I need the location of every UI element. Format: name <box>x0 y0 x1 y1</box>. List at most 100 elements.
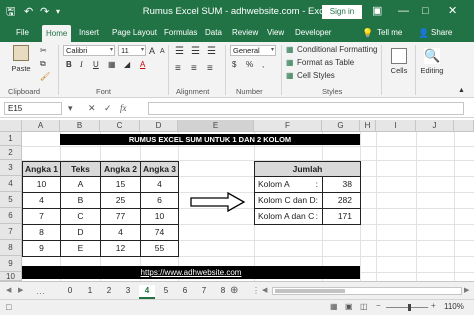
tab-developer[interactable]: Developer <box>295 27 331 39</box>
font-name-combo[interactable]: Calibri ▾ <box>63 45 115 56</box>
sheet-tab-4[interactable]: 4 <box>139 285 155 299</box>
insert-function-button[interactable]: fx <box>120 103 127 113</box>
table-header-cell[interactable]: Teks <box>60 161 101 177</box>
paste-button[interactable]: Paste <box>8 45 34 73</box>
normal-view-icon[interactable]: ▦ <box>330 302 338 311</box>
chevron-down-icon[interactable]: ▾ <box>68 103 73 114</box>
next-sheet-icon[interactable]: ▶ <box>18 285 23 297</box>
add-sheet-icon[interactable]: ⊕ <box>230 285 238 297</box>
sheet-tab-8[interactable]: 8 <box>215 285 231 297</box>
tab-split-handle-icon[interactable]: ⋮ <box>252 285 260 297</box>
summary-label-cell[interactable]: Kolom A dan C : <box>254 208 323 225</box>
sheet-tab-7[interactable]: 7 <box>196 285 212 297</box>
conditional-formatting-button[interactable]: Conditional Formatting <box>297 45 377 55</box>
page-layout-view-icon[interactable]: ▣ <box>345 302 353 311</box>
more-sheets-icon[interactable]: … <box>36 285 45 297</box>
column-header-a[interactable]: A <box>22 120 60 132</box>
column-header-d[interactable]: D <box>140 120 178 132</box>
bold-button[interactable]: B <box>66 60 72 70</box>
table-cell[interactable]: E <box>60 240 101 257</box>
table-cell[interactable]: 9 <box>22 240 61 257</box>
column-header-i[interactable]: I <box>376 120 416 132</box>
percent-button[interactable]: % <box>246 60 253 70</box>
sheet-tab-6[interactable]: 6 <box>177 285 193 297</box>
shrink-font-button[interactable]: A <box>160 47 165 57</box>
row-header-1[interactable]: 1 <box>0 132 22 146</box>
maximize-icon[interactable]: □ <box>422 4 429 18</box>
cell-styles-button[interactable]: Cell Styles <box>297 71 335 81</box>
sheet-tab-5[interactable]: 5 <box>158 285 174 297</box>
row-header-5[interactable]: 5 <box>0 192 22 208</box>
table-cell[interactable]: 4 <box>22 192 61 209</box>
row-header-8[interactable]: 8 <box>0 240 22 256</box>
table-cell[interactable]: C <box>60 208 101 225</box>
row-header-9[interactable]: 9 <box>0 256 22 272</box>
horizontal-scrollbar[interactable] <box>272 287 462 295</box>
tab-data[interactable]: Data <box>205 27 222 39</box>
font-color-button[interactable]: A <box>140 60 145 70</box>
row-header-2[interactable]: 2 <box>0 146 22 160</box>
row-header-7[interactable]: 7 <box>0 224 22 240</box>
summary-value-cell[interactable]: 282 <box>322 192 361 209</box>
tab-home[interactable]: Home <box>42 25 72 42</box>
scrollbar-thumb[interactable] <box>275 289 345 293</box>
align-center-icon[interactable]: ≡ <box>191 64 197 74</box>
borders-icon[interactable]: ▦ <box>108 60 116 70</box>
summary-value-cell[interactable]: 38 <box>322 176 361 193</box>
zoom-in-icon[interactable]: + <box>431 301 436 310</box>
table-cell[interactable]: 77 <box>100 208 141 225</box>
summary-label-cell[interactable]: Kolom C dan D : <box>254 192 323 209</box>
table-header-cell[interactable]: Angka 1 <box>22 161 61 177</box>
zoom-slider[interactable] <box>386 304 428 311</box>
table-cell[interactable]: 55 <box>140 240 179 257</box>
tab-view[interactable]: View <box>267 27 284 39</box>
table-cell[interactable]: 25 <box>100 192 141 209</box>
column-header-c[interactable]: C <box>100 120 140 132</box>
tab-review[interactable]: Review <box>232 27 258 39</box>
column-header-h[interactable]: H <box>360 120 376 132</box>
table-header-cell[interactable]: Angka 2 <box>100 161 141 177</box>
table-cell[interactable]: 7 <box>22 208 61 225</box>
copy-icon[interactable]: ⧉ <box>40 59 46 69</box>
table-cell[interactable]: A <box>60 176 101 193</box>
zoom-level[interactable]: 110% <box>444 302 464 311</box>
row-header-6[interactable]: 6 <box>0 208 22 224</box>
format-as-table-button[interactable]: Format as Table <box>297 58 354 68</box>
row-header-10[interactable]: 10 <box>0 272 22 281</box>
underline-button[interactable]: U <box>93 60 99 70</box>
format-painter-icon[interactable]: 🖌 <box>40 72 50 82</box>
cancel-icon[interactable]: ✕ <box>88 103 96 114</box>
tell-me-box[interactable]: Tell me <box>377 27 402 39</box>
tab-formulas[interactable]: Formulas <box>164 27 197 39</box>
minimize-icon[interactable]: — <box>398 4 409 18</box>
table-cell[interactable]: 4 <box>100 224 141 241</box>
select-all-button[interactable] <box>0 120 22 132</box>
column-header-f[interactable]: F <box>254 120 322 132</box>
column-header-j[interactable]: J <box>416 120 454 132</box>
editing-button[interactable]: 🔍 Editing <box>418 48 446 75</box>
sheet-tab-1[interactable]: 1 <box>82 285 98 297</box>
tab-insert[interactable]: Insert <box>79 27 99 39</box>
scroll-left-icon[interactable]: ◀ <box>262 285 267 297</box>
table-cell[interactable]: 6 <box>140 192 179 209</box>
share-button[interactable]: Share <box>431 27 452 39</box>
align-left-icon[interactable]: ≡ <box>175 64 181 74</box>
summary-header-cell[interactable]: Jumlah <box>254 161 361 177</box>
table-cell[interactable]: D <box>60 224 101 241</box>
table-cell[interactable]: 10 <box>22 176 61 193</box>
column-header-g[interactable]: G <box>322 120 360 132</box>
column-header-e[interactable]: E <box>178 120 254 132</box>
row-header-3[interactable]: 3 <box>0 160 22 176</box>
collapse-ribbon-icon[interactable]: ▲ <box>458 86 465 96</box>
table-cell[interactable]: 74 <box>140 224 179 241</box>
cut-icon[interactable]: ✂ <box>40 46 47 56</box>
sign-in-button[interactable]: Sign in <box>322 5 362 19</box>
currency-button[interactable]: $ <box>232 60 236 70</box>
table-cell[interactable]: 12 <box>100 240 141 257</box>
table-cell[interactable]: 15 <box>100 176 141 193</box>
close-icon[interactable]: ✕ <box>448 4 457 18</box>
font-size-combo[interactable]: 11 ▾ <box>118 45 146 56</box>
align-right-icon[interactable]: ≡ <box>207 64 213 74</box>
page-break-view-icon[interactable]: ◫ <box>360 302 368 311</box>
summary-label-cell[interactable]: Kolom A : <box>254 176 323 193</box>
